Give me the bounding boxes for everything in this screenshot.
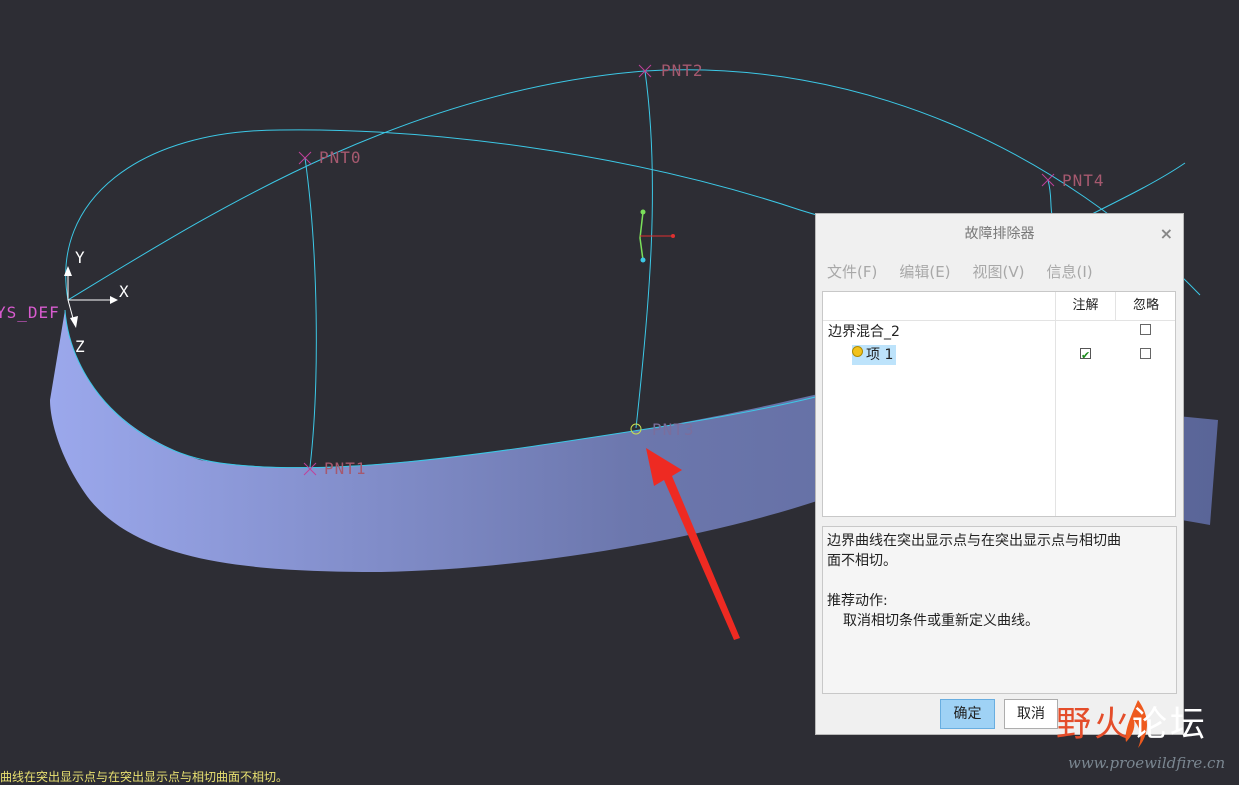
- curve-pnt2-pnt3[interactable]: [635, 70, 653, 429]
- tangency-handle[interactable]: [639, 209, 675, 263]
- ignore-checkbox[interactable]: [1140, 348, 1151, 359]
- curve-pnt0-pnt1[interactable]: [304, 157, 317, 468]
- issue-tree[interactable]: 注解 忽略 边界混合_2 项 1: [822, 291, 1176, 517]
- label-pnt2: PNT2: [661, 61, 704, 80]
- label-pnt0: PNT0: [319, 148, 362, 167]
- menu-view[interactable]: 视图(V): [962, 258, 1036, 286]
- tree-row-item[interactable]: 项 1: [823, 343, 1175, 367]
- point-marker-pnt4[interactable]: [1041, 173, 1055, 187]
- message-line: 面不相切。: [827, 553, 897, 569]
- ignore-checkbox[interactable]: [1140, 324, 1151, 335]
- close-icon[interactable]: ×: [1160, 214, 1173, 254]
- axis-label-y: Y: [75, 248, 86, 267]
- column-header-ignore[interactable]: 忽略: [1116, 292, 1175, 320]
- tree-item-label: 边界混合_2: [828, 324, 900, 340]
- message-line: 边界曲线在突出显示点与在突出显示点与相切曲: [827, 533, 1121, 549]
- axis-label-x: X: [119, 282, 130, 301]
- column-header-note[interactable]: 注解: [1056, 292, 1115, 320]
- label-pnt3: PNT3: [652, 420, 695, 439]
- axis-label-z: Z: [75, 337, 86, 356]
- message-panel: 边界曲线在突出显示点与在突出显示点与相切曲 面不相切。 推荐动作: 取消相切条件…: [822, 526, 1177, 694]
- watermark-text: 野火论坛: [1056, 696, 1208, 747]
- tree-item-label: 项 1: [866, 347, 894, 363]
- tree-header: 注解 忽略: [823, 292, 1175, 321]
- watermark-part2: 论坛: [1132, 705, 1209, 745]
- label-pnt1: PNT1: [324, 459, 367, 478]
- csys-label: YS_DEF: [0, 303, 60, 322]
- dialog-menubar: 文件(F) 编辑(E) 视图(V) 信息(I): [816, 258, 1104, 286]
- curve-pnt4[interactable]: [1047, 179, 1053, 216]
- recommend-title: 推荐动作:: [827, 593, 888, 609]
- warning-icon: [852, 346, 863, 357]
- menu-info[interactable]: 信息(I): [1036, 258, 1104, 286]
- status-message: 曲线在突出显示点与在突出显示点与相切曲面不相切。: [0, 770, 289, 784]
- watermark-url: www.proewildfire.cn: [1068, 754, 1226, 772]
- tree-row-feature[interactable]: 边界混合_2: [823, 321, 1175, 343]
- troubleshooter-dialog[interactable]: 故障排除器 × 文件(F) 编辑(E) 视图(V) 信息(I) 注解 忽略 边界…: [815, 213, 1184, 735]
- tree-item-selection[interactable]: 项 1: [852, 345, 897, 365]
- dialog-title: 故障排除器: [964, 226, 1035, 242]
- column-divider: [1115, 292, 1116, 320]
- watermark: 野火论坛 www.proewildfire.cn: [1050, 696, 1239, 784]
- watermark-part1: 野火: [1056, 705, 1133, 745]
- menu-file[interactable]: 文件(F): [816, 258, 888, 286]
- menu-edit[interactable]: 编辑(E): [888, 258, 961, 286]
- point-marker-pnt0[interactable]: [298, 151, 312, 165]
- recommend-text: 取消相切条件或重新定义曲线。: [843, 613, 1039, 629]
- note-checkbox[interactable]: [1080, 345, 1091, 367]
- label-pnt4: PNT4: [1062, 171, 1105, 190]
- ok-button[interactable]: 确定: [940, 699, 995, 729]
